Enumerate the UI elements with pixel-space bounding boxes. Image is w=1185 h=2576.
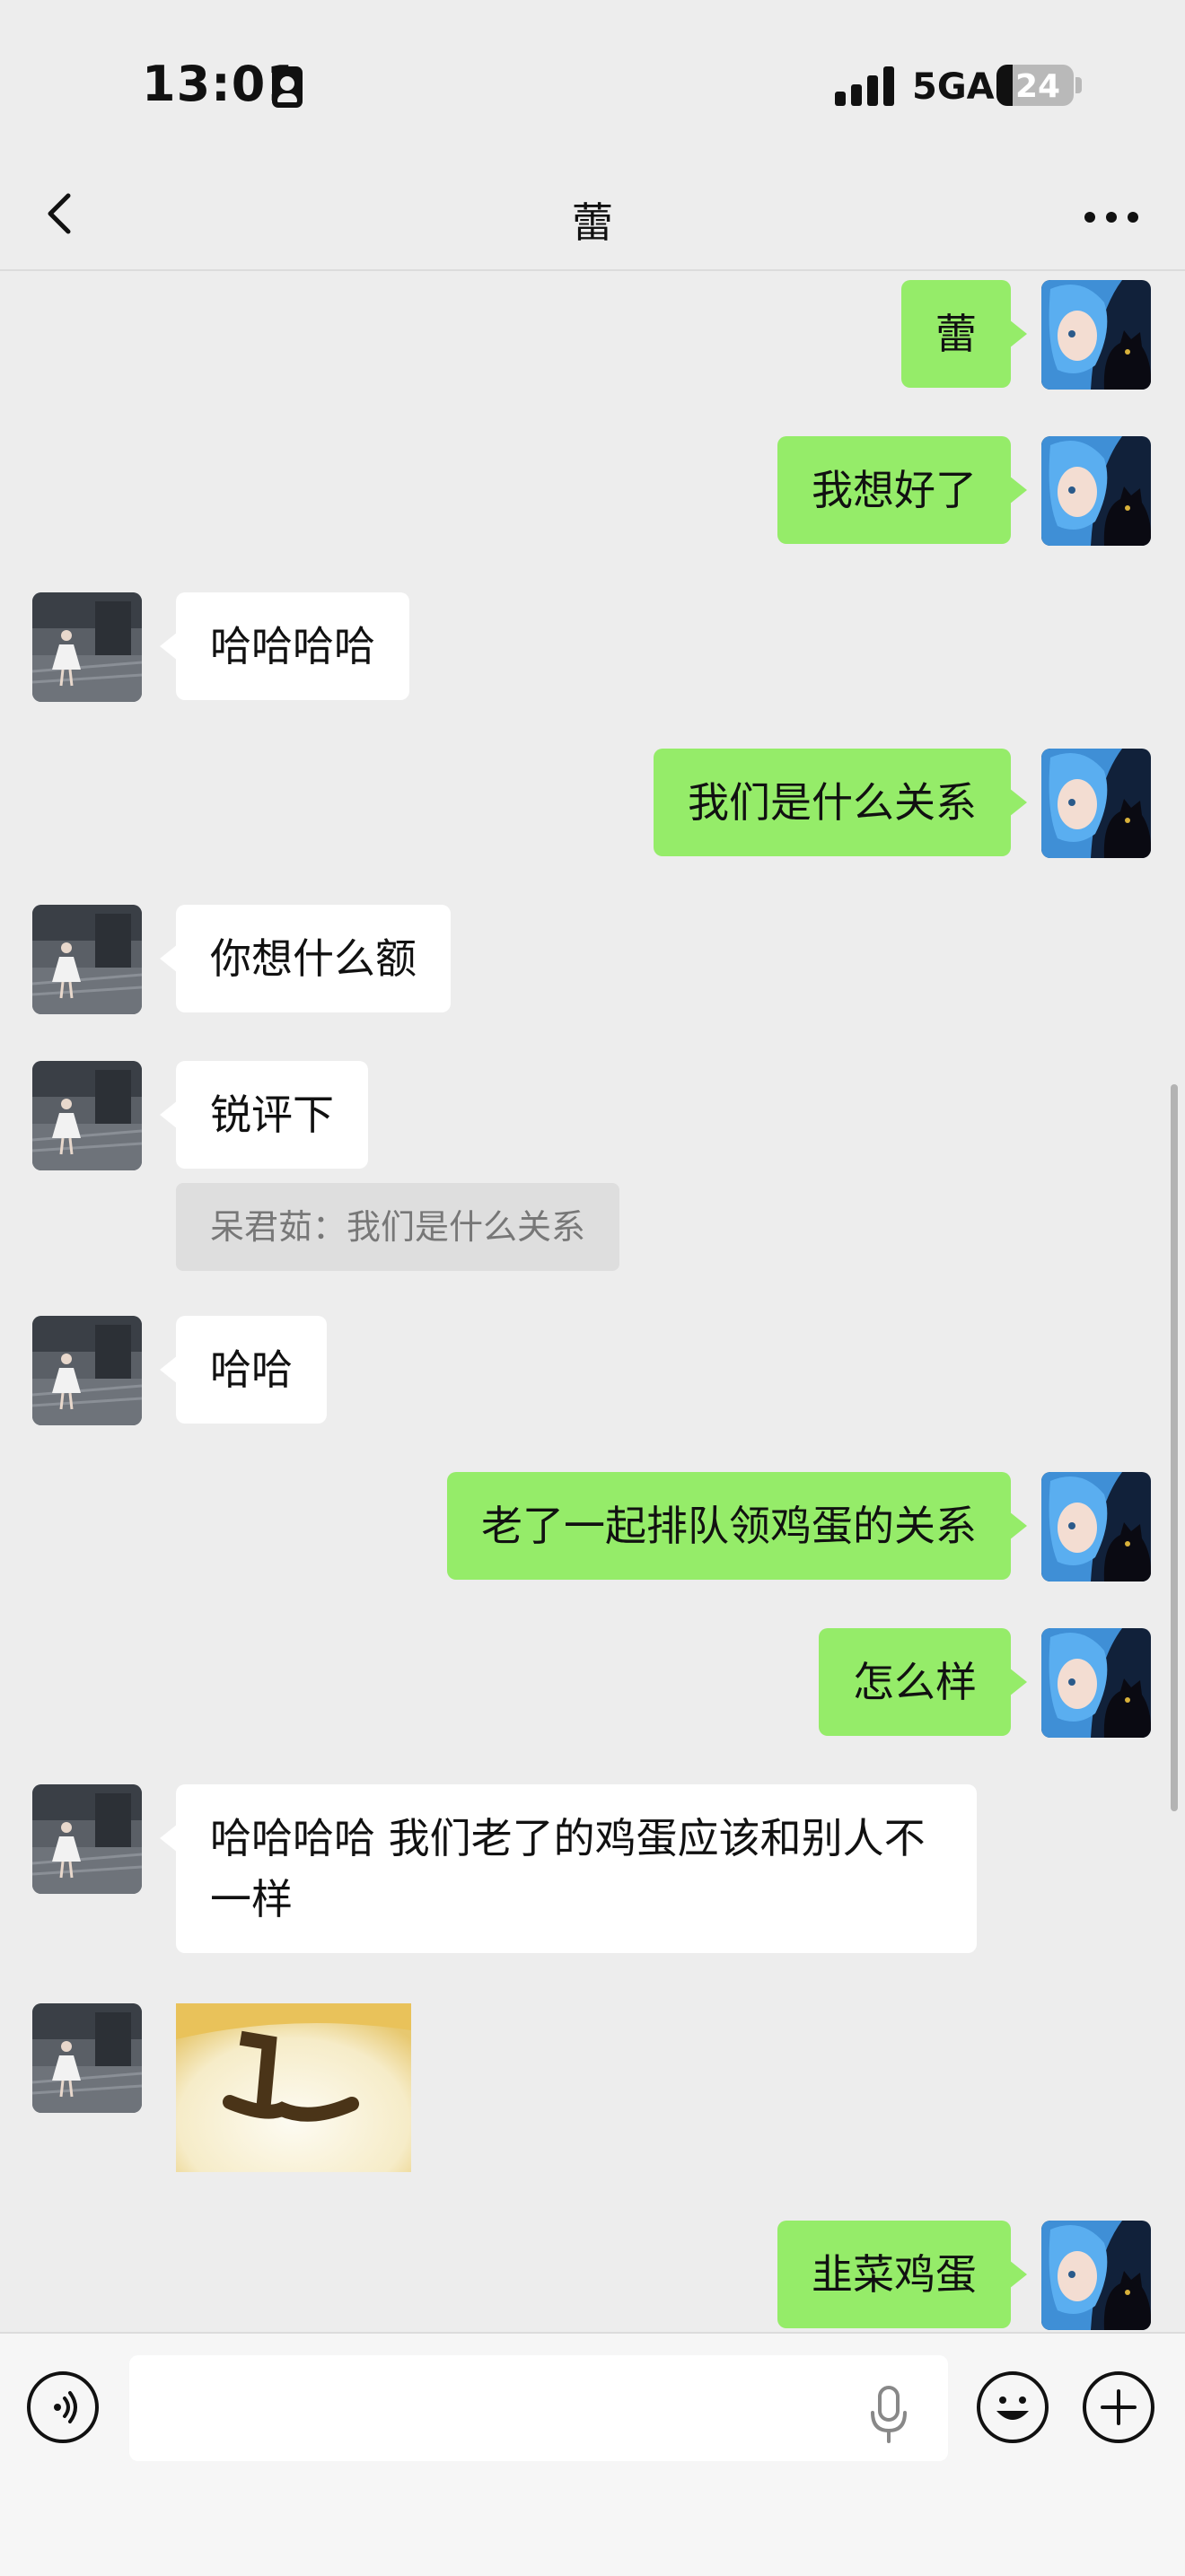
my-avatar[interactable]	[1041, 280, 1151, 390]
chat-title: 蕾	[572, 198, 613, 247]
message-input[interactable]	[129, 2355, 948, 2461]
contact-card-icon	[272, 66, 303, 108]
message-bubble-received[interactable]: 你想什么额	[160, 905, 451, 1012]
more-icon[interactable]	[1077, 205, 1149, 232]
my-avatar[interactable]	[1041, 749, 1151, 858]
nav-bar: 蕾	[0, 171, 1185, 271]
microphone-icon[interactable]	[862, 2382, 916, 2445]
emoji-icon[interactable]	[977, 2371, 1049, 2443]
quoted-message[interactable]: 呆君茹：我们是什么关系	[176, 1183, 620, 1271]
contact-avatar[interactable]	[32, 1061, 142, 1170]
message-bubble-received[interactable]: 哈哈哈哈 我们老了的鸡蛋应该和别人不一样	[160, 1784, 977, 1953]
contact-avatar[interactable]	[32, 1784, 142, 1894]
my-avatar[interactable]	[1041, 1472, 1151, 1582]
signal-icon	[835, 66, 898, 106]
network-type: 5GA	[912, 66, 995, 108]
battery-level: 24	[1014, 68, 1061, 105]
battery-tip	[1075, 77, 1082, 93]
message-bubble-received[interactable]: 哈哈哈哈	[160, 592, 409, 700]
my-avatar[interactable]	[1041, 1628, 1151, 1738]
plus-icon[interactable]	[1083, 2371, 1154, 2443]
message-bubble-sent[interactable]: 蕾	[901, 280, 1027, 388]
message-bubble-received[interactable]: 锐评下	[160, 1061, 368, 1169]
message-bubble-sent[interactable]: 我们是什么关系	[654, 749, 1027, 856]
message-bubble-sent[interactable]: 我想好了	[777, 436, 1027, 544]
sticker-image[interactable]	[176, 2003, 411, 2172]
message-bubble-sent[interactable]: 老了一起排队领鸡蛋的关系	[447, 1472, 1027, 1580]
contact-avatar[interactable]	[32, 905, 142, 1014]
contact-avatar[interactable]	[32, 592, 142, 702]
chat-area[interactable]: 蕾 我想好了 哈哈哈哈 我们是什么关系 你想什么额 锐评下 呆君茹：我们是什么关…	[0, 271, 1185, 2332]
message-bubble-received[interactable]: 哈哈	[160, 1316, 327, 1424]
message-bubble-sent[interactable]: 韭菜鸡蛋	[777, 2221, 1027, 2328]
voice-icon[interactable]	[27, 2371, 99, 2443]
status-bar: 13:01 5GA 24	[0, 0, 1185, 171]
my-avatar[interactable]	[1041, 2221, 1151, 2330]
scrollbar[interactable]	[1171, 1084, 1178, 1811]
input-bar	[0, 2332, 1185, 2576]
contact-avatar[interactable]	[32, 2003, 142, 2113]
contact-avatar[interactable]	[32, 1316, 142, 1425]
battery-icon: 24	[996, 65, 1074, 106]
message-bubble-sent[interactable]: 怎么样	[819, 1628, 1027, 1736]
my-avatar[interactable]	[1041, 436, 1151, 546]
